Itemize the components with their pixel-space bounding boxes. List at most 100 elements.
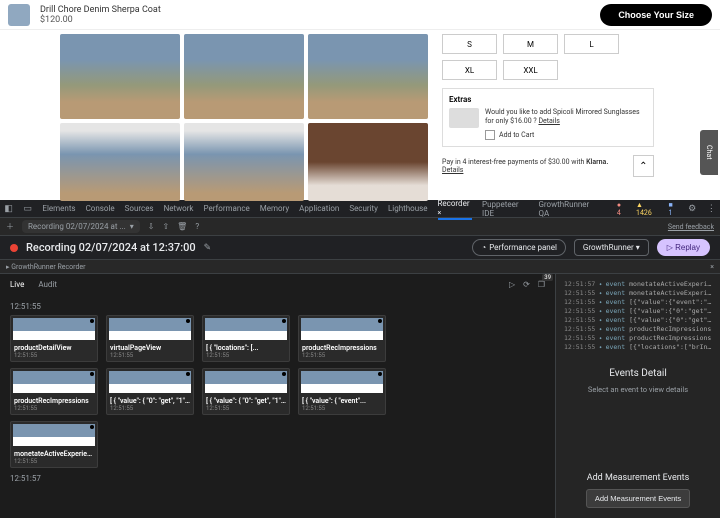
- add-icon[interactable]: ＋: [6, 221, 14, 232]
- add-to-cart-checkbox[interactable]: [485, 130, 495, 140]
- event-title: [ { "value": { "event"...: [302, 397, 382, 405]
- size-selector: S M L XL XXL: [442, 34, 654, 80]
- warning-count[interactable]: ▲ 1426: [636, 201, 658, 217]
- event-thumbnail: [205, 318, 287, 340]
- gear-icon[interactable]: ⚙: [688, 204, 697, 214]
- chevron-up-icon: ⌃: [639, 161, 647, 172]
- details-link[interactable]: Details: [538, 117, 559, 125]
- product-thumb: [8, 4, 30, 26]
- more-icon[interactable]: ⋮: [707, 204, 716, 214]
- event-log[interactable]: 12:51:57⬩ eventmonetateActiveExperiences…: [556, 274, 720, 358]
- gallery-image[interactable]: [184, 34, 304, 119]
- delete-icon[interactable]: 🗑: [177, 222, 187, 231]
- add-measurement-button[interactable]: Add Measurement Events: [586, 489, 690, 508]
- timeline-body[interactable]: 12:51:55 productDetailView12:51:55virtua…: [0, 294, 555, 518]
- import-icon[interactable]: ⇩: [148, 222, 155, 231]
- choose-size-button[interactable]: Choose Your Size: [600, 4, 712, 26]
- event-time: 12:51:55: [302, 405, 382, 412]
- recording-title: Recording 02/07/2024 at 12:37:00: [26, 241, 196, 254]
- recorder-toolbar: ＋ Recording 02/07/2024 at ...▾ ⇩ ⇧ 🗑 ? S…: [0, 218, 720, 236]
- edit-icon[interactable]: ✎: [204, 243, 212, 253]
- event-card[interactable]: productRecImpressions12:51:55: [298, 315, 386, 362]
- gallery-image[interactable]: [60, 123, 180, 201]
- scroll-to-top-button[interactable]: ⌃: [633, 155, 654, 177]
- tab-sources[interactable]: Sources: [125, 204, 154, 213]
- tab-lighthouse[interactable]: Lighthouse: [388, 204, 428, 213]
- event-time: 12:51:55: [302, 352, 382, 359]
- info-count[interactable]: ■ 1: [668, 201, 677, 217]
- inspect-icon[interactable]: ◧: [4, 204, 13, 214]
- log-line[interactable]: 12:51:55⬩ event[{"value":{"0":"get","1":…: [564, 316, 712, 325]
- event-card[interactable]: [ { "locations": [...12:51:55: [202, 315, 290, 362]
- recording-chip[interactable]: Recording 02/07/2024 at ...▾: [22, 220, 140, 233]
- event-title: monetateActiveExperiences: [14, 450, 94, 458]
- toggle-icon[interactable]: ▸: [6, 263, 10, 271]
- extras-box: Extras Would you like to add Spicoli Mir…: [442, 88, 654, 147]
- device-toolbar-icon[interactable]: ▭: [23, 204, 32, 214]
- recorder-main-area: Live Audit ▷ ⟳ ❐39 12:51:55 productDetai…: [0, 274, 720, 518]
- tab-puppeteer[interactable]: Puppeteer IDE: [482, 200, 528, 218]
- log-line[interactable]: 12:51:55⬩ event[{"value":{"event":"gtag4…: [564, 298, 712, 307]
- event-card[interactable]: [ { "value": { "0": "get", "1":...12:51:…: [202, 368, 290, 415]
- timestamp: 12:51:55: [10, 302, 545, 311]
- klarna-details-link[interactable]: Details: [442, 166, 463, 174]
- log-line[interactable]: 12:51:55⬩ event[{"locations":["brInterna…: [564, 343, 712, 352]
- performance-panel-chip[interactable]: ◔Performance panel: [472, 239, 566, 256]
- tab-console[interactable]: Console: [86, 204, 115, 213]
- tab-live[interactable]: Live: [10, 280, 24, 289]
- replay-button[interactable]: ▷ Replay: [657, 239, 710, 256]
- sticky-product-bar: Drill Chore Denim Sherpa Coat $120.00 Ch…: [0, 0, 720, 30]
- log-line[interactable]: 12:51:55⬩ event[{"value":{"0":"get","1":…: [564, 307, 712, 316]
- product-title: Drill Chore Denim Sherpa Coat: [40, 5, 590, 15]
- size-option[interactable]: XL: [442, 60, 497, 80]
- gallery-image[interactable]: [308, 123, 428, 201]
- log-line[interactable]: 12:51:57⬩ eventmonetateActiveExperiences: [564, 280, 712, 289]
- log-line[interactable]: 12:51:55⬩ eventmonetateActiveExperiences: [564, 289, 712, 298]
- tab-recorder[interactable]: Recorder: [438, 199, 473, 220]
- add-to-cart-label: Add to Cart: [499, 131, 534, 140]
- play-icon[interactable]: ▷: [509, 280, 515, 289]
- log-line[interactable]: 12:51:55⬩ eventproductRecImpressions: [564, 334, 712, 343]
- tab-application[interactable]: Application: [299, 204, 339, 213]
- event-card[interactable]: monetateActiveExperiences12:51:55: [10, 421, 98, 468]
- event-card[interactable]: virtualPageView12:51:55: [106, 315, 194, 362]
- gallery-image[interactable]: [308, 34, 428, 119]
- event-card[interactable]: [ { "value": { "0": "get", "1":...12:51:…: [106, 368, 194, 415]
- gallery-image[interactable]: [184, 123, 304, 201]
- help-icon[interactable]: ?: [195, 222, 199, 231]
- size-option[interactable]: L: [564, 34, 619, 54]
- close-icon[interactable]: ×: [710, 263, 714, 271]
- event-thumbnail: [205, 371, 287, 393]
- chat-tab[interactable]: Chat: [700, 130, 718, 175]
- gallery-image[interactable]: [60, 34, 180, 119]
- size-option[interactable]: XXL: [503, 60, 558, 80]
- tab-performance[interactable]: Performance: [203, 204, 249, 213]
- export-icon[interactable]: ⇧: [162, 222, 169, 231]
- event-time: 12:51:55: [110, 352, 190, 359]
- error-count[interactable]: ● 4: [617, 201, 626, 217]
- event-row: productDetailView12:51:55virtualPageView…: [10, 315, 545, 362]
- tab-memory[interactable]: Memory: [260, 204, 289, 213]
- size-option[interactable]: S: [442, 34, 497, 54]
- timeline-tabs: Live Audit ▷ ⟳ ❐39: [0, 274, 555, 294]
- size-option[interactable]: M: [503, 34, 558, 54]
- tab-growthrunner-qa[interactable]: GrowthRunner QA: [538, 200, 596, 218]
- event-thumbnail: [109, 371, 191, 393]
- runner-dropdown[interactable]: GrowthRunner ▾: [574, 239, 649, 256]
- tab-security[interactable]: Security: [349, 204, 378, 213]
- event-card[interactable]: productDetailView12:51:55: [10, 315, 98, 362]
- event-card[interactable]: productRecImpressions12:51:55: [10, 368, 98, 415]
- event-time: 12:51:55: [14, 405, 94, 412]
- event-card[interactable]: [ { "value": { "event"...12:51:55: [298, 368, 386, 415]
- tab-audit[interactable]: Audit: [38, 280, 57, 289]
- events-detail-block: Events Detail Select an event to view de…: [556, 358, 720, 463]
- refresh-icon[interactable]: ⟳: [523, 280, 530, 289]
- copy-icon[interactable]: ❐39: [538, 280, 545, 289]
- send-feedback-link[interactable]: Send feedback: [668, 223, 714, 231]
- log-line[interactable]: 12:51:55⬩ eventproductRecImpressions: [564, 325, 712, 334]
- klarna-text: Pay in 4 interest-free payments of $30.0…: [442, 158, 627, 174]
- event-time: 12:51:55: [206, 352, 286, 359]
- tab-elements[interactable]: Elements: [42, 204, 75, 213]
- tab-network[interactable]: Network: [164, 204, 194, 213]
- product-price: $120.00: [40, 15, 590, 25]
